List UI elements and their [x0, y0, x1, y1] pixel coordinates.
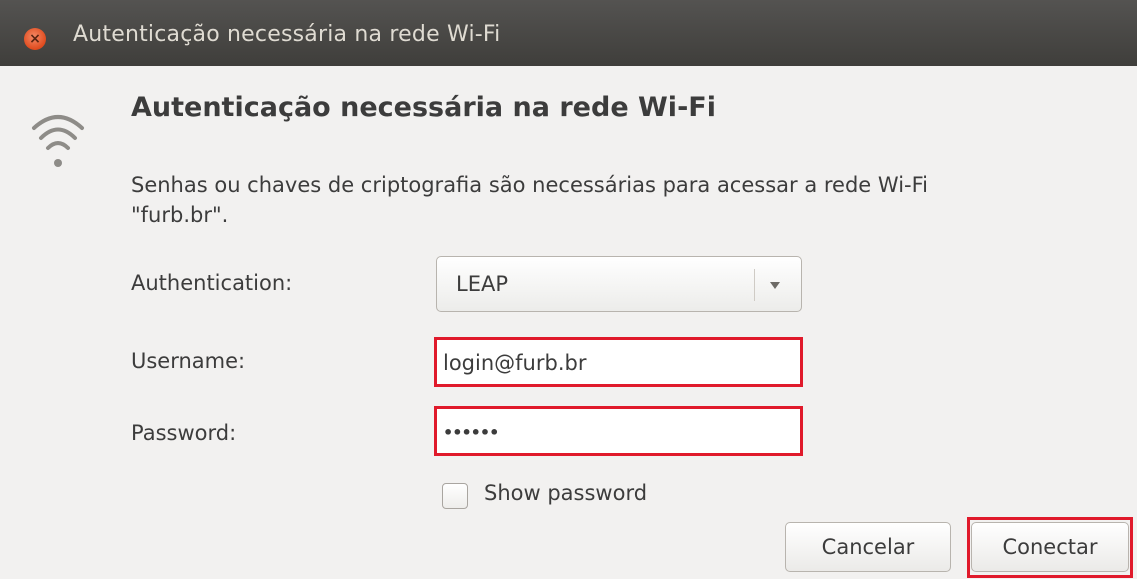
show-password-label[interactable]: Show password — [484, 481, 647, 505]
description-line-1: Senhas ou chaves de criptografia são nec… — [131, 173, 928, 197]
password-field[interactable] — [443, 413, 793, 451]
show-password-checkbox[interactable] — [442, 483, 468, 509]
window-title: Autenticação necessária na rede Wi-Fi — [73, 22, 501, 47]
cancel-button[interactable]: Cancelar — [785, 522, 951, 572]
connect-button-highlight — [967, 517, 1133, 578]
authentication-label: Authentication: — [131, 271, 293, 295]
username-field[interactable] — [443, 344, 793, 382]
password-field-highlight — [434, 406, 803, 456]
authentication-select[interactable]: LEAP — [436, 256, 802, 312]
dialog-heading: Autenticação necessária na rede Wi-Fi — [131, 92, 716, 123]
dialog-description: Senhas ou chaves de criptografia são nec… — [131, 170, 1131, 230]
password-label: Password: — [131, 421, 237, 445]
window-titlebar: × Autenticação necessária na rede Wi-Fi — [0, 0, 1137, 66]
combo-separator — [754, 269, 755, 301]
close-icon[interactable]: × — [24, 28, 46, 50]
description-line-2: "furb.br". — [131, 203, 229, 227]
chevron-down-icon[interactable] — [770, 282, 780, 289]
username-field-highlight — [434, 337, 803, 387]
wifi-icon — [32, 115, 84, 167]
authentication-value: LEAP — [456, 272, 508, 296]
username-label: Username: — [131, 349, 246, 373]
